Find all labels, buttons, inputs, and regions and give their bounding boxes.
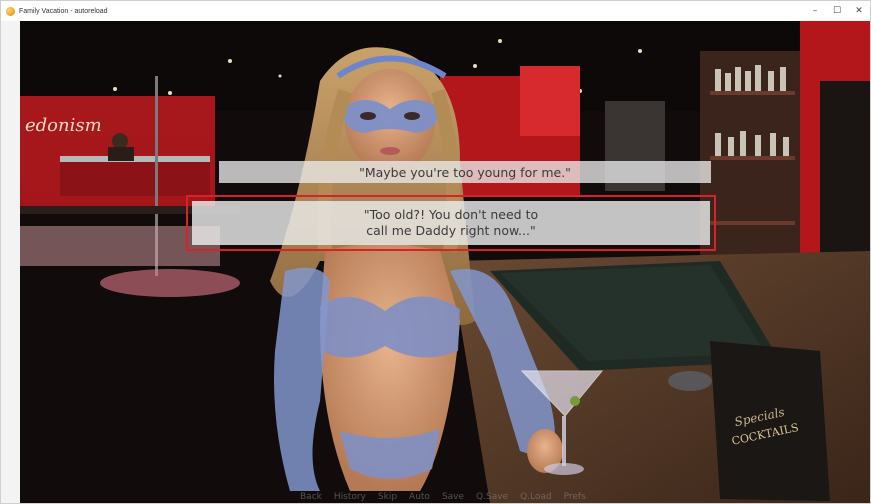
- dialogue-choice-2-selected[interactable]: "Too old?! You don't need to call me Dad…: [186, 195, 716, 251]
- window-title: Family Vacation - autoreload: [19, 7, 108, 15]
- window-controls: – ☐ ✕: [804, 1, 870, 21]
- quick-menu-qsave[interactable]: Q.Save: [476, 491, 508, 503]
- title-bar[interactable]: Family Vacation - autoreload – ☐ ✕: [1, 1, 870, 21]
- choice-2-text: "Too old?! You don't need to call me Dad…: [364, 207, 538, 239]
- choice-2-line-1: "Too old?! You don't need to: [363, 207, 539, 222]
- close-button[interactable]: ✕: [848, 1, 870, 21]
- game-window: Family Vacation - autoreload – ☐ ✕ edoni…: [0, 0, 871, 504]
- quick-menu-back[interactable]: Back: [300, 491, 322, 503]
- quick-menu-auto[interactable]: Auto: [409, 491, 430, 503]
- maximize-button[interactable]: ☐: [826, 1, 848, 21]
- quick-menu-history[interactable]: History: [334, 491, 366, 503]
- game-scene[interactable]: edonism Specials COCKTAILS "Maybe you're…: [20, 21, 870, 503]
- choice-1-text: "Maybe you're too young for me.": [359, 164, 571, 180]
- quick-menu-qload[interactable]: Q.Load: [520, 491, 552, 503]
- quick-menu-save[interactable]: Save: [442, 491, 464, 503]
- quick-menu-prefs[interactable]: Prefs: [564, 491, 586, 503]
- hedonism-sign: edonism: [25, 115, 102, 136]
- quick-menu-skip[interactable]: Skip: [378, 491, 397, 503]
- app-icon: [6, 6, 15, 16]
- quick-menu: Back History Skip Auto Save Q.Save Q.Loa…: [300, 491, 586, 503]
- scene-background: edonism Specials COCKTAILS: [20, 21, 870, 503]
- choice-2-line-2: call me Daddy right now...": [366, 223, 536, 238]
- minimize-button[interactable]: –: [804, 1, 826, 21]
- dialogue-choice-1[interactable]: "Maybe you're too young for me.": [219, 161, 711, 183]
